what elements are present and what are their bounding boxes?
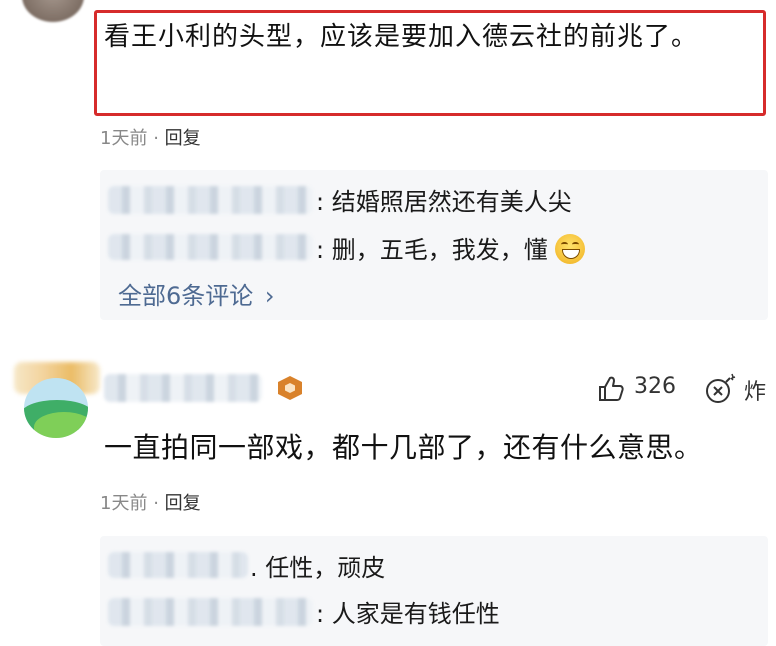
reply-separator: :: [316, 188, 325, 216]
badge-icon: [278, 376, 302, 400]
all-comments-link[interactable]: 全部6条评论 ›: [118, 276, 275, 311]
reply-1-1[interactable]: : 结婚照居然还有美人尖: [316, 182, 572, 217]
reply-text: 人家是有钱任性: [331, 600, 500, 628]
reply-2-1[interactable]: . 任性，顽皮: [250, 548, 385, 583]
reply-separator: .: [250, 554, 258, 582]
reply-text: 删，五毛，我发，懂: [331, 236, 548, 264]
avatar-commenter-2[interactable]: [24, 378, 88, 438]
reply-username-blurred[interactable]: [108, 598, 313, 626]
bomb-label: 炸: [744, 380, 767, 405]
chevron-right-icon: ›: [264, 282, 275, 310]
comment-1-text: 看王小利的头型，应该是要加入德云社的前兆了。: [104, 22, 699, 52]
comment-2-text: 一直拍同一部戏，都十几部了，还有什么意思。: [104, 431, 703, 464]
reply-text: 任性，顽皮: [265, 554, 386, 582]
bomb-icon: [706, 373, 736, 403]
reply-username-blurred[interactable]: [108, 234, 313, 260]
commenter-2-name-blurred[interactable]: [104, 374, 262, 402]
comment-2-meta: 1天前 · 回复: [100, 489, 201, 515]
like-count: 326: [634, 374, 676, 399]
thumbs-up-icon: [599, 376, 624, 401]
comment-2-reply-button[interactable]: 回复: [165, 493, 201, 514]
reply-separator: :: [316, 600, 325, 628]
bomb-button[interactable]: 炸: [704, 372, 774, 406]
comment-1-meta: 1天前 · 回复: [100, 124, 201, 150]
reply-username-blurred[interactable]: [108, 552, 248, 578]
like-button[interactable]: 326: [596, 372, 686, 406]
meta-dot: ·: [153, 493, 159, 514]
comment-2-time: 1天前: [100, 493, 148, 514]
comment-1-time: 1天前: [100, 128, 148, 149]
comment-1-reply-button[interactable]: 回复: [165, 128, 201, 149]
reply-text: 结婚照居然还有美人尖: [331, 188, 572, 216]
all-comments-label: 全部6条评论: [118, 282, 254, 310]
avatar-top[interactable]: [22, 0, 84, 22]
meta-dot: ·: [153, 128, 159, 149]
reply-separator: :: [316, 236, 325, 264]
reply-2-2[interactable]: : 人家是有钱任性: [316, 594, 500, 629]
grin-emoji-icon: [555, 234, 586, 264]
reply-1-2[interactable]: : 删，五毛，我发，懂: [316, 230, 586, 265]
reply-username-blurred[interactable]: [108, 186, 313, 214]
